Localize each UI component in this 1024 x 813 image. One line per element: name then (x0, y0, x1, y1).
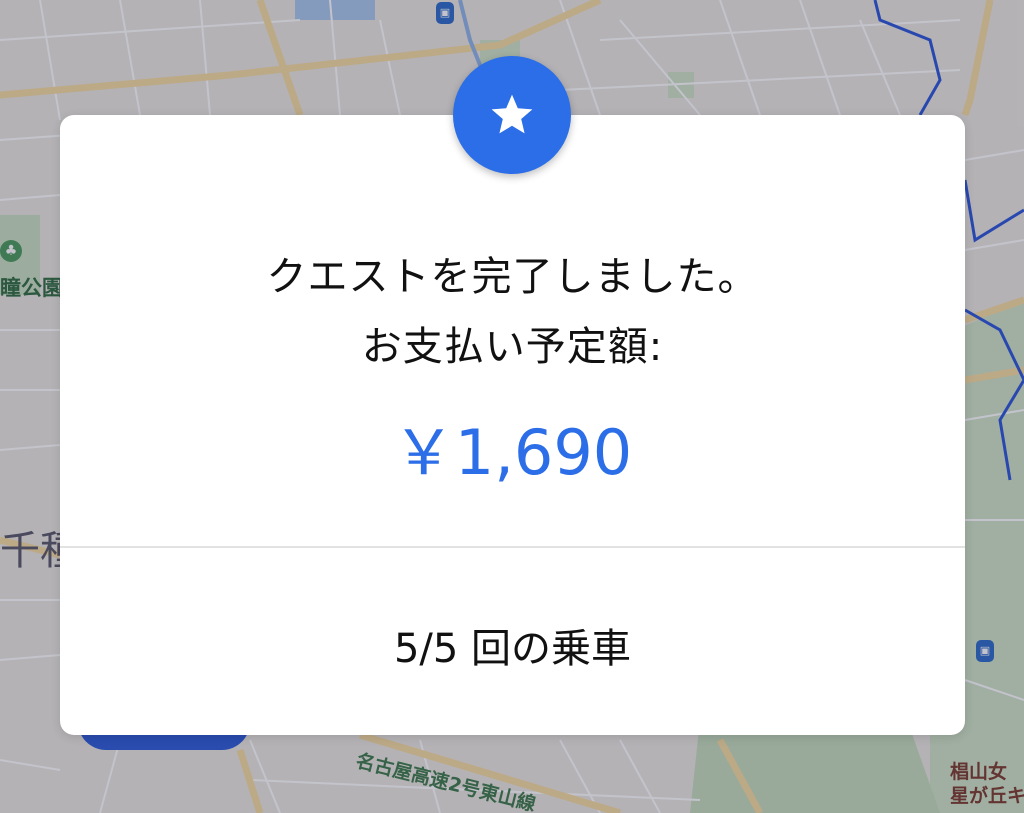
quest-complete-screen: ♣ 瞳公園 千種 名古屋高速2号東山線 椙山女 星が丘キ ▣ ▣ クエストを完了… (0, 0, 1024, 813)
ride-count: 5/5 回の乗車 (393, 626, 632, 672)
payment-label: お支払い予定額: (361, 324, 664, 370)
payment-amount: ￥1,690 (392, 416, 633, 489)
star-badge (453, 56, 571, 174)
star-icon (491, 94, 533, 134)
card-divider (60, 546, 965, 548)
quest-complete-title: クエストを完了しました。 (266, 254, 759, 300)
